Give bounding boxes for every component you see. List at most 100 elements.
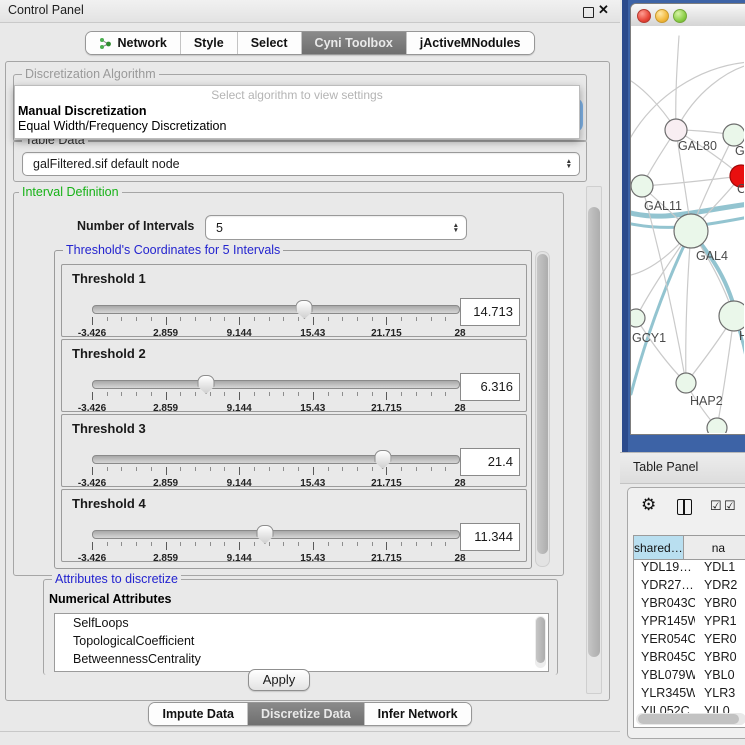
attribute-list-item[interactable]: BetweennessCentrality	[55, 650, 548, 668]
tab-infer-network[interactable]: Infer Network	[364, 703, 471, 725]
column-header-shared[interactable]: shared…	[634, 536, 684, 559]
table-data-value: galFiltered.sif default node	[23, 157, 566, 171]
network-node[interactable]	[676, 373, 696, 393]
float-window-icon[interactable]	[583, 7, 594, 18]
tab-jactivemnodules[interactable]: jActiveMNodules	[406, 32, 534, 54]
slider-track[interactable]	[92, 530, 460, 539]
threshold-2-value-field[interactable]: 6.316	[460, 373, 520, 401]
attribute-list-item[interactable]: TopologicalCoefficient	[55, 632, 548, 650]
threshold-3-slider[interactable]: -3.4262.8599.14415.4321.71528	[92, 449, 460, 483]
tab-impute-data[interactable]: Impute Data	[149, 703, 247, 725]
slider-tick	[121, 542, 122, 546]
slider-track[interactable]	[92, 455, 460, 464]
network-node[interactable]	[631, 175, 653, 197]
slider-tick	[298, 467, 299, 471]
threshold-3-value-field[interactable]: 21.4	[460, 448, 520, 476]
interval-scrollbar[interactable]	[535, 251, 550, 567]
slider-tick	[357, 467, 358, 471]
panel-scrollbar-thumb[interactable]	[588, 207, 600, 657]
threshold-2-label: Threshold 2	[72, 346, 146, 361]
threshold-4-label: Threshold 4	[72, 496, 146, 511]
slider-tick	[121, 467, 122, 471]
tab-select[interactable]: Select	[237, 32, 301, 54]
table-row[interactable]: YLR345W YLR3	[634, 686, 745, 704]
tab-style[interactable]: Style	[180, 32, 237, 54]
slider-scale-label: 2.859	[153, 328, 178, 339]
network-edge[interactable]	[642, 176, 741, 186]
network-canvas[interactable]: GAL80GACGAL11GAL4GCY1HHAP2	[631, 26, 745, 434]
network-node[interactable]	[707, 418, 727, 433]
slider-scale-label: 2.859	[153, 403, 178, 414]
slider-tick	[342, 392, 343, 396]
network-edge[interactable]	[717, 316, 734, 428]
minimize-traffic-light-icon[interactable]	[655, 9, 669, 23]
attribute-list-item[interactable]: SelfLoops	[55, 614, 548, 632]
table-row[interactable]: YBR043C YBR0	[634, 596, 745, 614]
threshold-2-slider[interactable]: -3.4262.8599.14415.4321.71528	[92, 374, 460, 408]
table-row[interactable]: YBR045C YBR0	[634, 650, 745, 668]
table-row[interactable]: YDL19… YDL1	[634, 560, 745, 578]
gear-icon[interactable]: ⚙	[641, 495, 656, 515]
number-of-intervals-spinner[interactable]: 5 ▲▼	[205, 215, 467, 240]
network-node[interactable]	[723, 124, 744, 146]
network-edge[interactable]	[686, 231, 691, 383]
numerical-attributes-list[interactable]: SelfLoopsTopologicalCoefficientBetweenne…	[54, 613, 549, 672]
checkbox-icon[interactable]: ☑	[710, 498, 722, 514]
slider-tick	[445, 317, 446, 321]
network-node[interactable]	[674, 214, 708, 248]
slider-scale-label: 15.43	[300, 403, 325, 414]
table-horizontal-scrollbar[interactable]	[636, 713, 745, 725]
threshold-1-slider[interactable]: -3.4262.8599.14415.4321.71528	[92, 299, 460, 333]
slider-tick	[107, 467, 108, 471]
attributes-scrollbar-thumb[interactable]	[536, 617, 545, 663]
slider-track[interactable]	[92, 380, 460, 389]
column-header-name[interactable]: na	[684, 536, 745, 559]
close-traffic-light-icon[interactable]	[637, 9, 651, 23]
slider-tick	[107, 317, 108, 321]
table-row[interactable]: YER054C YER0	[634, 632, 745, 650]
tab-cyni-toolbox[interactable]: Cyni Toolbox	[301, 32, 406, 54]
apply-button[interactable]: Apply	[248, 669, 310, 691]
network-window-titlebar	[631, 4, 745, 27]
network-edge[interactable]	[676, 36, 679, 130]
network-edge[interactable]	[676, 64, 744, 130]
table-panel-title: Table Panel	[633, 460, 698, 474]
slider-scale-label: 9.144	[227, 328, 252, 339]
network-node[interactable]	[719, 301, 744, 331]
tab-network[interactable]: Network	[86, 32, 179, 54]
slider-tick	[431, 467, 432, 471]
slider-tick	[386, 317, 387, 325]
table-horizontal-scrollbar-thumb[interactable]	[638, 714, 739, 724]
threshold-1-value-field[interactable]: 14.713	[460, 298, 520, 326]
close-icon[interactable]: ✕	[598, 2, 609, 18]
slider-tick	[224, 392, 225, 396]
dropdown-option-equal-width-frequency[interactable]: Equal Width/Frequency Discretization	[18, 119, 226, 133]
threshold-4-value-field[interactable]: 11.344	[460, 523, 520, 551]
dropdown-option-manual-discretization[interactable]: Manual Discretization	[18, 104, 147, 118]
network-node[interactable]	[665, 119, 687, 141]
slider-tick	[416, 467, 417, 471]
slider-tick	[445, 392, 446, 396]
table-data-combobox[interactable]: galFiltered.sif default node ▲▼	[22, 152, 580, 176]
panel-scrollbar[interactable]	[586, 186, 602, 694]
tab-discretize-data[interactable]: Discretize Data	[247, 703, 364, 725]
slider-tick	[357, 317, 358, 321]
slider-track[interactable]	[92, 305, 460, 314]
threshold-4-slider[interactable]: -3.4262.8599.14415.4321.71528	[92, 524, 460, 558]
table-row[interactable]: YPR145W YPR1	[634, 614, 745, 632]
zoom-traffic-light-icon[interactable]	[673, 9, 687, 23]
attributes-scrollbar[interactable]	[535, 616, 546, 668]
checkbox-icon[interactable]: ☑	[724, 498, 736, 514]
slider-tick	[180, 467, 181, 471]
threshold-3-panel: Threshold 3 -3.4262.8599.14415.4321.7152…	[61, 414, 527, 487]
split-columns-icon[interactable]	[677, 499, 692, 515]
slider-tick	[416, 542, 417, 546]
table-row[interactable]: YDR27… YDR2	[634, 578, 745, 596]
table-panel: ⚙ ☑ ☑ shared… na YDL19… YDL1 YDR27… YDR2…	[627, 487, 745, 739]
table-row[interactable]: YBL079W YBL0	[634, 668, 745, 686]
threshold-2-panel: Threshold 2 -3.4262.8599.14415.4321.7152…	[61, 339, 527, 412]
interval-scrollbar-thumb[interactable]	[537, 254, 548, 554]
slider-tick	[254, 392, 255, 396]
slider-scale-label: 9.144	[227, 553, 252, 564]
network-node[interactable]	[631, 309, 645, 327]
